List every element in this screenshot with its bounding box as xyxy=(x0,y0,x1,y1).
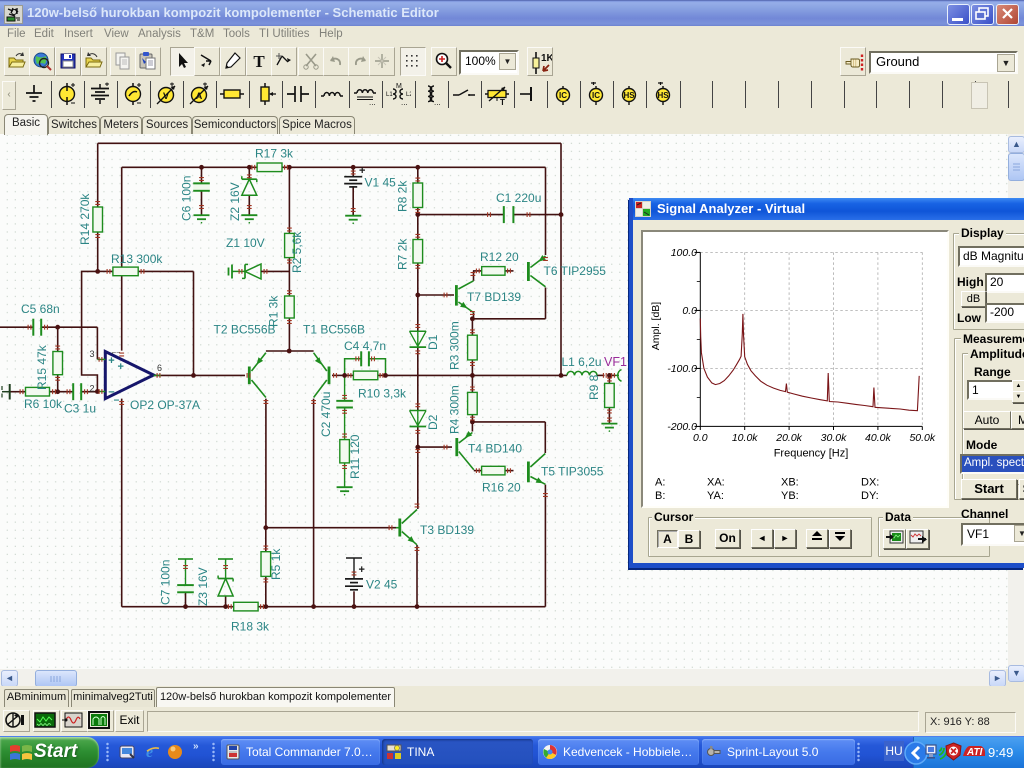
svg-text:R2 5,6k: R2 5,6k xyxy=(290,231,304,273)
svg-text:T6 TIP2955: T6 TIP2955 xyxy=(544,264,607,278)
svg-text:R11 120: R11 120 xyxy=(348,434,362,479)
svg-text:2: 2 xyxy=(90,384,95,394)
svg-text:Z3 16V: Z3 16V xyxy=(196,567,210,606)
svg-text:+: + xyxy=(359,564,365,576)
svg-text:R6 10k: R6 10k xyxy=(24,397,63,411)
svg-text:YB:: YB: xyxy=(781,490,799,502)
svg-text:40.0k: 40.0k xyxy=(865,432,891,444)
svg-text:C7 100n: C7 100n xyxy=(159,560,173,605)
svg-text:D2: D2 xyxy=(426,414,440,430)
svg-text:20.0k: 20.0k xyxy=(775,432,802,444)
svg-text:T3 BD139: T3 BD139 xyxy=(420,523,474,537)
svg-text:DX:: DX: xyxy=(861,477,879,489)
svg-text:e: e xyxy=(146,744,153,761)
svg-text:+: + xyxy=(108,355,114,367)
svg-text:-100.0: -100.0 xyxy=(667,363,697,375)
svg-text:R16 20: R16 20 xyxy=(482,481,521,495)
svg-text:V2 45: V2 45 xyxy=(366,578,398,592)
svg-text:OP2 OP-37A: OP2 OP-37A xyxy=(130,398,200,412)
svg-text:Z2 16V: Z2 16V xyxy=(228,182,242,221)
svg-text:T1 BC556B: T1 BC556B xyxy=(303,323,365,337)
svg-text:50.0k: 50.0k xyxy=(909,432,935,444)
svg-text:HS: HS xyxy=(624,91,636,100)
svg-text:C5 68n: C5 68n xyxy=(21,302,60,316)
svg-text:R12 20: R12 20 xyxy=(480,250,519,264)
svg-text:R17 3k: R17 3k xyxy=(255,147,294,161)
svg-text:...: ... xyxy=(369,98,376,106)
svg-text:Ampl. [dB]: Ampl. [dB] xyxy=(650,302,662,351)
svg-text:1K: 1K xyxy=(541,53,552,64)
svg-text:...: ... xyxy=(401,98,408,106)
svg-text:XB:: XB: xyxy=(781,477,799,489)
svg-text:T: T xyxy=(253,52,265,71)
svg-text:3: 3 xyxy=(90,349,95,359)
svg-text:R10 3,3k: R10 3,3k xyxy=(358,387,407,401)
svg-text:YA:: YA: xyxy=(707,490,724,502)
svg-text:C1 220u: C1 220u xyxy=(496,191,541,205)
svg-text:IC: IC xyxy=(559,91,567,100)
svg-text:R15 47k: R15 47k xyxy=(35,344,49,390)
svg-text:V1 45: V1 45 xyxy=(365,176,397,190)
svg-text:T7 BD139: T7 BD139 xyxy=(467,290,521,304)
svg-text:V: V xyxy=(163,91,169,101)
svg-text:10.0k: 10.0k xyxy=(732,432,758,444)
svg-text:R13 300k: R13 300k xyxy=(111,252,163,266)
svg-text:0.0: 0.0 xyxy=(693,432,708,444)
svg-text:R9 8: R9 8 xyxy=(587,374,601,400)
svg-text:IC: IC xyxy=(592,91,600,100)
svg-text:T5 TIP3055: T5 TIP3055 xyxy=(541,465,604,479)
svg-text:Z1 10V: Z1 10V xyxy=(226,236,265,250)
svg-text:R14 270k: R14 270k xyxy=(78,193,92,245)
svg-text:R8 2k: R8 2k xyxy=(396,180,410,212)
svg-text:⌐−: ⌐− xyxy=(112,350,120,357)
svg-text:−: − xyxy=(114,396,120,407)
svg-text:R4 300m: R4 300m xyxy=(448,385,462,434)
svg-text:C3 1u: C3 1u xyxy=(64,402,96,416)
svg-text:DY:: DY: xyxy=(861,490,879,502)
svg-text:C2 470u: C2 470u xyxy=(319,392,333,437)
svg-text:Frequency [Hz]: Frequency [Hz] xyxy=(774,448,849,460)
svg-text:ATI: ATI xyxy=(966,747,983,758)
svg-text:T: T xyxy=(500,98,505,106)
svg-text:T4 BD140: T4 BD140 xyxy=(468,442,522,456)
svg-text:R18 3k: R18 3k xyxy=(231,620,270,634)
svg-text:L1 6,2u: L1 6,2u xyxy=(562,355,602,369)
svg-text:100.0: 100.0 xyxy=(671,247,697,259)
svg-text:30.0k: 30.0k xyxy=(821,432,847,444)
svg-text:A:: A: xyxy=(655,477,665,489)
svg-text:6: 6 xyxy=(157,363,162,373)
svg-text:A: A xyxy=(196,91,203,101)
svg-text:R1 3k: R1 3k xyxy=(267,295,281,327)
svg-text:D1: D1 xyxy=(426,334,440,350)
svg-text:R3 300m: R3 300m xyxy=(448,321,462,370)
svg-text:C6 100n: C6 100n xyxy=(180,176,194,221)
svg-text:...: ... xyxy=(434,98,441,106)
svg-text:C4 4,7n: C4 4,7n xyxy=(344,339,386,353)
svg-text:VF1: VF1 xyxy=(604,355,627,369)
svg-text:B:: B: xyxy=(655,490,665,502)
svg-text:XA:: XA: xyxy=(707,477,725,489)
svg-text:HS: HS xyxy=(657,91,669,100)
svg-text:R5 1k: R5 1k xyxy=(269,548,283,580)
svg-text:+: + xyxy=(118,361,124,373)
svg-text:L1: L1 xyxy=(386,92,393,98)
svg-text:R7 2k: R7 2k xyxy=(396,238,410,270)
